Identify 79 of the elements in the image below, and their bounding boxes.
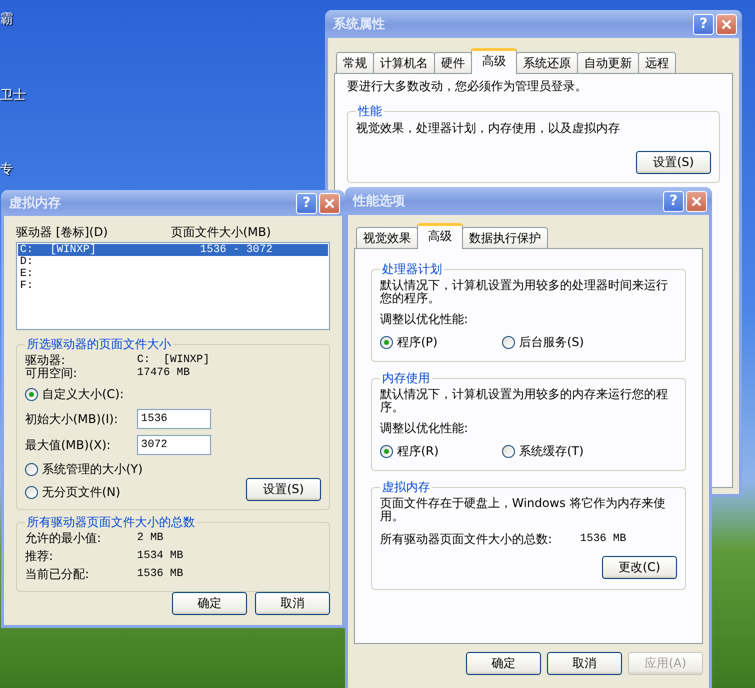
tab[interactable]: 高级 bbox=[417, 223, 463, 249]
close-button[interactable] bbox=[716, 14, 737, 34]
close-icon bbox=[691, 196, 702, 206]
set-button[interactable]: 设置(S) bbox=[246, 478, 321, 501]
radio-label: 系统缓存(T) bbox=[519, 443, 584, 460]
tab[interactable]: 常规 bbox=[336, 52, 374, 74]
radio-label: 系统管理的大小(Y) bbox=[42, 461, 143, 478]
group-description: 页面文件存在于硬盘上，Windows 将它作为内存来使用。 bbox=[380, 497, 666, 523]
desktop-icon-label[interactable]: 专 bbox=[0, 160, 13, 178]
window-title: 系统属性 bbox=[333, 16, 386, 33]
radio-button[interactable] bbox=[502, 336, 515, 349]
radio-button[interactable] bbox=[25, 388, 38, 401]
close-button[interactable] bbox=[319, 192, 340, 214]
group-description: 视觉效果，处理器计划，内存使用，以及虚拟内存 bbox=[356, 122, 621, 135]
adjust-label: 调整以优化性能: bbox=[380, 422, 470, 435]
radio-button[interactable] bbox=[25, 463, 38, 476]
drive-row[interactable]: C: [WINXP] 1536 - 3072 bbox=[18, 244, 328, 256]
tab[interactable]: 远程 bbox=[638, 52, 676, 74]
field-value: 1536 MB bbox=[580, 533, 628, 546]
group-description: 默认情况下，计算机设置为用较多的处理器时间来运行您的程序。 bbox=[380, 279, 669, 305]
tab[interactable]: 视觉效果 bbox=[356, 227, 418, 249]
column-header: 驱动器 [卷标](D) bbox=[16, 226, 109, 239]
drive-row[interactable]: D: bbox=[18, 256, 328, 268]
field-value: 2 MB bbox=[137, 532, 164, 545]
field-label: 可用空间: bbox=[25, 367, 78, 380]
desktop-icon-label[interactable]: 卫士 bbox=[0, 86, 26, 104]
dialog-button[interactable]: 取消 bbox=[255, 592, 330, 615]
dialog-button[interactable]: 确定 bbox=[172, 592, 247, 615]
close-button[interactable] bbox=[686, 190, 707, 212]
field-value: C: [WINXP] bbox=[137, 354, 211, 367]
drive-list[interactable]: C: [WINXP] 1536 - 3072 D: E: F: bbox=[16, 242, 330, 330]
field-label: 当前已分配: bbox=[25, 568, 90, 581]
close-icon bbox=[324, 198, 335, 208]
change-button[interactable]: 更改(C) bbox=[602, 556, 677, 579]
group-description: 默认情况下，计算机设置为用较多的内存来运行您的程序。 bbox=[380, 388, 669, 414]
desktop-icon-label[interactable]: 霸 bbox=[0, 10, 13, 28]
field-label: 允许的最小值: bbox=[25, 532, 102, 545]
dialog-button[interactable]: 取消 bbox=[547, 652, 622, 675]
tab[interactable]: 自动更新 bbox=[577, 52, 639, 74]
window-title: 性能选项 bbox=[353, 193, 406, 210]
close-icon bbox=[721, 18, 732, 30]
radio-button[interactable] bbox=[380, 445, 393, 458]
radio-button[interactable] bbox=[502, 445, 515, 458]
radio-label: 后台服务(S) bbox=[519, 334, 584, 351]
tab[interactable]: 数据执行保护 bbox=[462, 227, 548, 249]
tab[interactable]: 硬件 bbox=[434, 52, 472, 74]
group-title: 所选驱动器的页面文件大小 bbox=[26, 336, 172, 353]
dialog-button[interactable]: 确定 bbox=[466, 652, 541, 675]
group-title: 所有驱动器页面文件大小的总数 bbox=[26, 514, 196, 531]
tab[interactable]: 系统还原 bbox=[516, 52, 578, 74]
radio-label: 自定义大小(C): bbox=[42, 386, 124, 403]
adjust-label: 调整以优化性能: bbox=[380, 313, 470, 326]
radio-label: 程序(P) bbox=[397, 334, 438, 351]
radio-button[interactable] bbox=[25, 486, 38, 499]
window-title: 虚拟内存 bbox=[9, 194, 62, 212]
group-title: 性能 bbox=[356, 103, 383, 120]
field-value: 17476 MB bbox=[137, 367, 191, 380]
radio-label: 程序(R) bbox=[397, 443, 439, 460]
field-label: 推荐: bbox=[25, 550, 54, 563]
radio-button[interactable] bbox=[380, 336, 393, 349]
radio-label: 无分页文件(N) bbox=[42, 484, 120, 501]
input-field[interactable]: 3072 bbox=[137, 435, 211, 455]
admin-notice: 要进行大多数改动，您必须作为管理员登录。 bbox=[347, 80, 588, 93]
group-title: 虚拟内存 bbox=[381, 479, 431, 496]
column-header: 页面文件大小(MB) bbox=[171, 226, 272, 239]
field-label: 所有驱动器页面文件大小的总数: bbox=[380, 533, 554, 546]
input-field[interactable]: 1536 bbox=[137, 409, 211, 429]
field-value: 1534 MB bbox=[137, 550, 184, 563]
field-value: 1536 MB bbox=[137, 568, 184, 581]
tab[interactable]: 高级 bbox=[471, 48, 517, 74]
field-label: 驱动器: bbox=[25, 354, 66, 367]
tab[interactable]: 计算机名 bbox=[373, 52, 435, 74]
settings-button[interactable]: 设置(S) bbox=[636, 151, 711, 174]
field-label: 初始大小(MB)(I): bbox=[25, 412, 119, 426]
group-title: 处理器计划 bbox=[381, 261, 443, 278]
group-title: 内存使用 bbox=[381, 370, 431, 387]
drive-row[interactable]: E: bbox=[18, 268, 328, 280]
drive-row[interactable]: F: bbox=[18, 280, 328, 292]
field-label: 最大值(MB)(X): bbox=[25, 438, 112, 452]
